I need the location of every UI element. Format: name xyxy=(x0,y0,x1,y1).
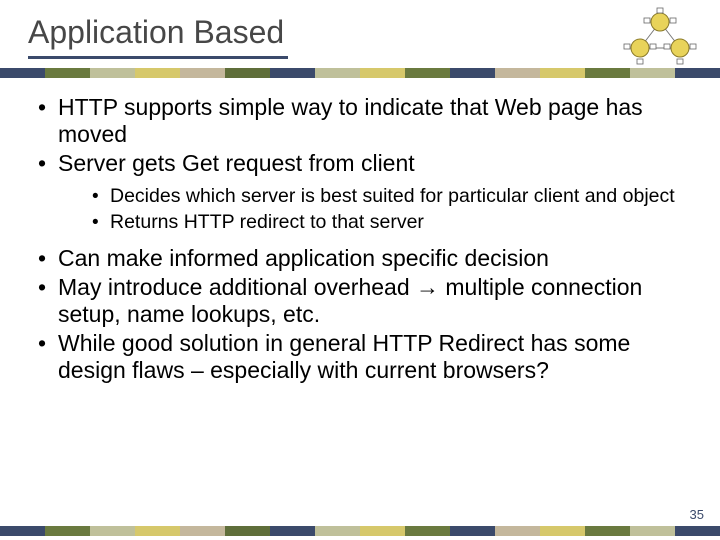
list-item: While good solution in general HTTP Redi… xyxy=(32,330,692,384)
stripe-segment xyxy=(90,68,135,78)
slide-body: HTTP supports simple way to indicate tha… xyxy=(32,94,692,387)
stripe-segment xyxy=(630,68,675,78)
stripe-segment xyxy=(675,68,720,78)
list-item-text: Server gets Get request from client xyxy=(58,150,415,176)
stripe-segment xyxy=(540,68,585,78)
stripe-segment xyxy=(450,68,495,78)
stripe-segment xyxy=(225,68,270,78)
stripe-segment xyxy=(180,526,225,536)
stripe-segment xyxy=(90,526,135,536)
stripe-segment xyxy=(450,526,495,536)
list-item: HTTP supports simple way to indicate tha… xyxy=(32,94,692,148)
stripe-segment xyxy=(270,68,315,78)
stripe-segment xyxy=(630,526,675,536)
list-item: Returns HTTP redirect to that server xyxy=(58,211,692,235)
decorative-stripe-bottom xyxy=(0,526,720,536)
stripe-segment xyxy=(405,526,450,536)
stripe-segment xyxy=(540,526,585,536)
stripe-segment xyxy=(675,526,720,536)
slide-title: Application Based xyxy=(28,14,284,51)
stripe-segment xyxy=(315,526,360,536)
stripe-segment xyxy=(0,68,45,78)
stripe-segment xyxy=(0,526,45,536)
stripe-segment xyxy=(495,68,540,78)
stripe-segment xyxy=(405,68,450,78)
stripe-segment xyxy=(315,68,360,78)
decorative-stripe-top xyxy=(0,68,720,78)
network-logo-icon xyxy=(620,6,700,66)
title-underline xyxy=(28,56,288,59)
page-number: 35 xyxy=(690,507,704,522)
stripe-segment xyxy=(180,68,225,78)
stripe-segment xyxy=(585,68,630,78)
stripe-segment xyxy=(135,526,180,536)
stripe-segment xyxy=(585,526,630,536)
list-item: May introduce additional overhead → mult… xyxy=(32,274,692,328)
list-item: Server gets Get request from client Deci… xyxy=(32,150,692,235)
stripe-segment xyxy=(45,68,90,78)
stripe-segment xyxy=(495,526,540,536)
stripe-segment xyxy=(360,526,405,536)
stripe-segment xyxy=(135,68,180,78)
list-item: Can make informed application specific d… xyxy=(32,245,692,272)
stripe-segment xyxy=(225,526,270,536)
stripe-segment xyxy=(45,526,90,536)
stripe-segment xyxy=(270,526,315,536)
list-item: Decides which server is best suited for … xyxy=(58,185,692,209)
stripe-segment xyxy=(360,68,405,78)
